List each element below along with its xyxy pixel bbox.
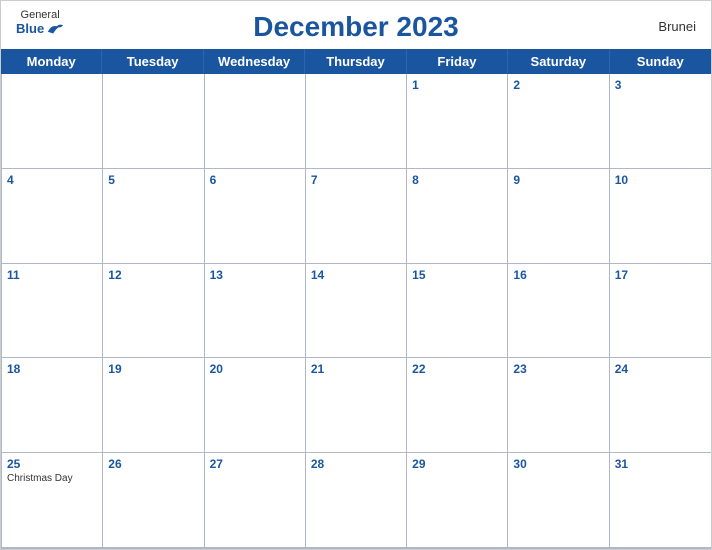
logo-bird-icon <box>46 22 64 36</box>
days-of-week-header: MondayTuesdayWednesdayThursdayFridaySatu… <box>1 49 711 74</box>
day-number: 4 <box>7 173 97 187</box>
day-cell: 21 <box>306 358 407 453</box>
day-number: 27 <box>210 457 300 471</box>
day-cell: 8 <box>407 169 508 264</box>
day-number: 20 <box>210 362 300 376</box>
day-number: 23 <box>513 362 603 376</box>
day-number: 26 <box>108 457 198 471</box>
day-number: 1 <box>412 78 502 92</box>
calendar-header: General Blue December 2023 Brunei <box>1 1 711 49</box>
day-cell: 27 <box>205 453 306 548</box>
day-cell <box>306 74 407 169</box>
calendar: General Blue December 2023 Brunei Monday… <box>0 0 712 550</box>
day-cell: 25 Christmas Day <box>2 453 103 548</box>
day-number: 30 <box>513 457 603 471</box>
logo: General Blue <box>16 9 64 36</box>
day-header-wednesday: Wednesday <box>204 49 305 74</box>
day-number: 9 <box>513 173 603 187</box>
day-cell <box>205 74 306 169</box>
day-cell: 22 <box>407 358 508 453</box>
day-number: 3 <box>615 78 706 92</box>
day-cell: 3 <box>610 74 711 169</box>
day-number: 22 <box>412 362 502 376</box>
day-header-monday: Monday <box>1 49 102 74</box>
day-number: 24 <box>615 362 706 376</box>
day-number: 10 <box>615 173 706 187</box>
day-number: 6 <box>210 173 300 187</box>
day-cell: 18 <box>2 358 103 453</box>
day-cell: 26 <box>103 453 204 548</box>
day-cell: 4 <box>2 169 103 264</box>
day-cell: 19 <box>103 358 204 453</box>
day-cell: 31 <box>610 453 711 548</box>
day-cell: 28 <box>306 453 407 548</box>
day-number: 14 <box>311 268 401 282</box>
day-number: 5 <box>108 173 198 187</box>
day-header-thursday: Thursday <box>305 49 406 74</box>
month-title: December 2023 <box>253 11 458 43</box>
day-number: 11 <box>7 268 97 282</box>
day-cell: 6 <box>205 169 306 264</box>
day-cell: 1 <box>407 74 508 169</box>
day-number: 13 <box>210 268 300 282</box>
day-cell <box>103 74 204 169</box>
day-cell: 9 <box>508 169 609 264</box>
day-number: 29 <box>412 457 502 471</box>
logo-blue-text: Blue <box>16 21 64 36</box>
day-number: 18 <box>7 362 97 376</box>
day-cell: 30 <box>508 453 609 548</box>
day-number: 19 <box>108 362 198 376</box>
day-number: 31 <box>615 457 706 471</box>
event-label: Christmas Day <box>7 473 97 484</box>
day-cell: 15 <box>407 264 508 359</box>
day-number: 25 <box>7 457 97 471</box>
day-header-tuesday: Tuesday <box>102 49 203 74</box>
day-cell: 10 <box>610 169 711 264</box>
day-cell: 24 <box>610 358 711 453</box>
day-cell: 13 <box>205 264 306 359</box>
day-number: 7 <box>311 173 401 187</box>
day-number: 21 <box>311 362 401 376</box>
day-header-friday: Friday <box>407 49 508 74</box>
country-label: Brunei <box>658 19 696 34</box>
day-number: 28 <box>311 457 401 471</box>
day-number: 16 <box>513 268 603 282</box>
day-cell: 17 <box>610 264 711 359</box>
logo-general-text: General <box>21 9 60 21</box>
day-cell <box>2 74 103 169</box>
day-cell: 11 <box>2 264 103 359</box>
day-cell: 12 <box>103 264 204 359</box>
day-number: 2 <box>513 78 603 92</box>
day-cell: 16 <box>508 264 609 359</box>
day-header-sunday: Sunday <box>610 49 711 74</box>
day-cell: 2 <box>508 74 609 169</box>
day-header-saturday: Saturday <box>508 49 609 74</box>
day-cell: 7 <box>306 169 407 264</box>
day-cell: 20 <box>205 358 306 453</box>
day-number: 12 <box>108 268 198 282</box>
day-number: 15 <box>412 268 502 282</box>
day-number: 17 <box>615 268 706 282</box>
day-cell: 29 <box>407 453 508 548</box>
day-number: 8 <box>412 173 502 187</box>
day-cell: 5 <box>103 169 204 264</box>
day-cell: 14 <box>306 264 407 359</box>
day-cell: 23 <box>508 358 609 453</box>
calendar-grid: 1234567891011121314151617181920212223242… <box>1 74 711 549</box>
